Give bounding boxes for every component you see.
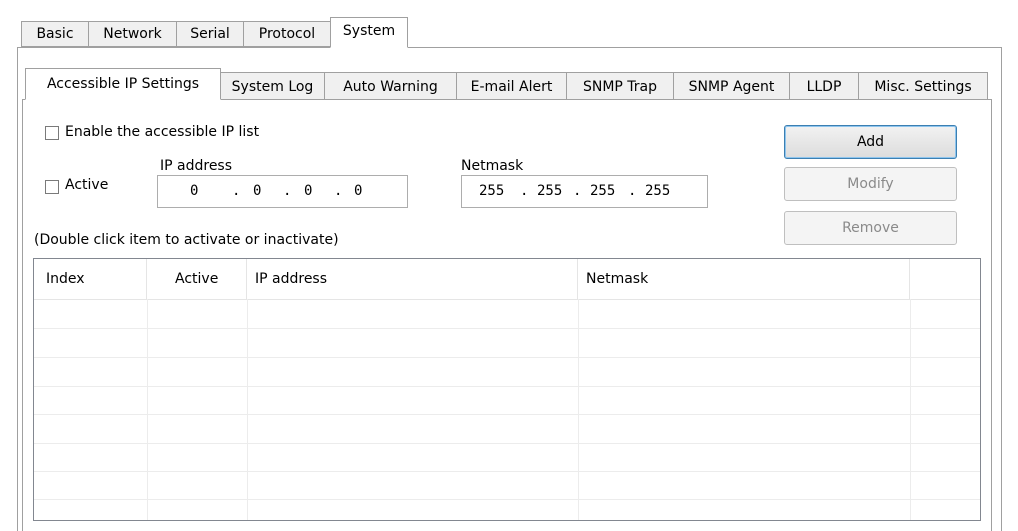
column-header-filler bbox=[910, 259, 980, 299]
netmask-dot-2: . bbox=[573, 183, 582, 199]
netmask-input[interactable]: 255 . 255 . 255 . 255 bbox=[461, 175, 708, 208]
tab-misc-settings[interactable]: Misc. Settings bbox=[858, 72, 988, 101]
netmask-dot-3: . bbox=[628, 183, 637, 199]
tab-snmp-trap[interactable]: SNMP Trap bbox=[566, 72, 674, 101]
ip-dot-3: . bbox=[334, 183, 343, 199]
system-settings-window: Basic Network Serial Protocol System Acc… bbox=[0, 0, 1018, 531]
netmask-octet-1: 255 bbox=[479, 183, 505, 199]
row-divider bbox=[34, 414, 980, 415]
tab-snmp-agent[interactable]: SNMP Agent bbox=[673, 72, 790, 101]
netmask-label: Netmask bbox=[461, 158, 524, 174]
tab-network[interactable]: Network bbox=[88, 21, 177, 47]
netmask-dot-1: . bbox=[520, 183, 529, 199]
tab-auto-warning[interactable]: Auto Warning bbox=[324, 72, 457, 101]
netmask-octet-3: 255 bbox=[590, 183, 616, 199]
enable-accessible-ip-checkbox[interactable] bbox=[45, 126, 59, 140]
column-divider bbox=[247, 299, 248, 520]
row-divider bbox=[34, 443, 980, 444]
ip-octet-1: 0 bbox=[190, 183, 199, 199]
ip-octet-3: 0 bbox=[304, 183, 313, 199]
tab-accessible-ip-settings[interactable]: Accessible IP Settings bbox=[25, 68, 221, 100]
remove-button[interactable]: Remove bbox=[784, 211, 957, 245]
ip-dot-2: . bbox=[283, 183, 292, 199]
column-divider bbox=[147, 299, 148, 520]
tab-lldp[interactable]: LLDP bbox=[789, 72, 859, 101]
modify-button[interactable]: Modify bbox=[784, 167, 957, 201]
column-divider bbox=[578, 299, 579, 520]
column-header-active[interactable]: Active bbox=[147, 259, 247, 299]
tab-system-log[interactable]: System Log bbox=[220, 72, 325, 101]
tab-serial[interactable]: Serial bbox=[176, 21, 244, 47]
ip-octet-2: 0 bbox=[253, 183, 262, 199]
netmask-octet-4: 255 bbox=[645, 183, 671, 199]
row-divider bbox=[34, 499, 980, 500]
accessible-ip-table[interactable]: Index Active IP address Netmask bbox=[33, 258, 981, 521]
row-divider bbox=[34, 328, 980, 329]
double-click-hint: (Double click item to activate or inacti… bbox=[34, 232, 339, 248]
ip-octet-4: 0 bbox=[354, 183, 363, 199]
netmask-octet-2: 255 bbox=[537, 183, 563, 199]
active-label: Active bbox=[65, 177, 109, 193]
active-checkbox[interactable] bbox=[45, 180, 59, 194]
row-divider bbox=[34, 386, 980, 387]
tab-basic[interactable]: Basic bbox=[21, 21, 89, 47]
column-header-netmask[interactable]: Netmask bbox=[578, 259, 910, 299]
ip-dot-1: . bbox=[232, 183, 241, 199]
ip-address-label: IP address bbox=[160, 158, 233, 174]
tab-email-alert[interactable]: E-mail Alert bbox=[456, 72, 567, 101]
tab-protocol[interactable]: Protocol bbox=[243, 21, 331, 47]
table-header: Index Active IP address Netmask bbox=[34, 259, 980, 300]
column-header-ip-address[interactable]: IP address bbox=[247, 259, 578, 299]
ip-address-input[interactable]: 0 . 0 . 0 . 0 bbox=[157, 175, 408, 208]
column-header-index[interactable]: Index bbox=[34, 259, 147, 299]
row-divider bbox=[34, 357, 980, 358]
add-button[interactable]: Add bbox=[784, 125, 957, 159]
tab-system[interactable]: System bbox=[330, 17, 408, 48]
row-divider bbox=[34, 471, 980, 472]
enable-accessible-ip-label: Enable the accessible IP list bbox=[65, 124, 260, 140]
column-divider bbox=[910, 299, 911, 520]
